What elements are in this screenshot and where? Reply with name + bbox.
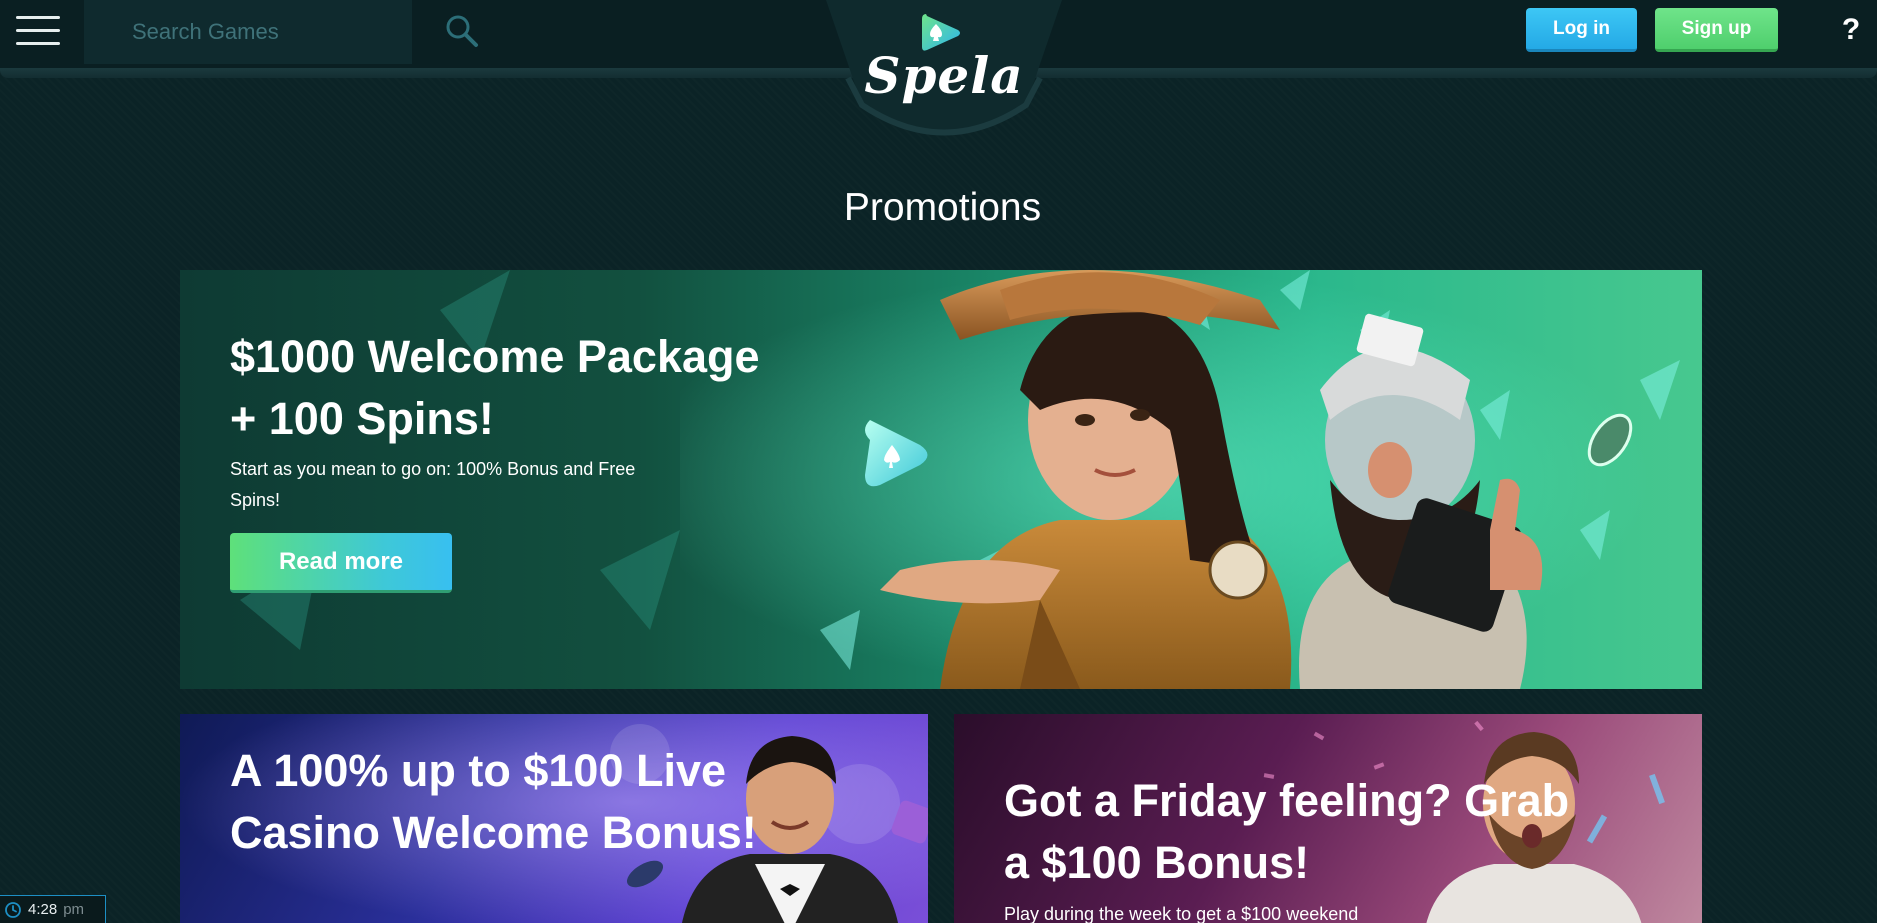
menu-line-icon <box>16 41 60 45</box>
promo-description: Play during the week to get a $100 weeke… <box>1004 904 1359 923</box>
menu-line-icon <box>16 15 60 19</box>
promo-card-live-casino[interactable]: A 100% up to $100 Live Casino Welcome Bo… <box>180 714 928 923</box>
system-clock: 4:28 pm <box>0 895 106 923</box>
clock-icon <box>5 901 21 918</box>
site-logo[interactable]: Spela <box>826 0 1062 150</box>
signup-button[interactable]: Sign up <box>1655 8 1778 52</box>
clock-ampm: pm <box>63 901 85 918</box>
promo-title: Got a Friday feeling? Grab a $100 Bonus! <box>1004 775 1570 888</box>
promo-card-friday-bonus[interactable]: Got a Friday feeling? Grab a $100 Bonus!… <box>954 714 1702 923</box>
hero-promo-title: $1000 Welcome Package + 100 Spins! <box>230 331 760 444</box>
hamburger-menu-button[interactable] <box>0 0 76 60</box>
promo-title: A 100% up to $100 Live Casino Welcome Bo… <box>230 745 757 858</box>
search-box <box>84 0 478 64</box>
hero-promo-banner[interactable]: $1000 Welcome Package + 100 Spins! Start… <box>180 270 1702 689</box>
menu-line-icon <box>16 28 60 32</box>
read-more-button[interactable]: Read more <box>230 533 452 593</box>
search-icon[interactable] <box>444 13 480 49</box>
login-button[interactable]: Log in <box>1526 8 1637 52</box>
search-input[interactable] <box>84 0 354 64</box>
logo-wordmark: Spela <box>864 46 1024 105</box>
help-button[interactable]: ? <box>1836 8 1866 52</box>
hero-promo-description: Start as you mean to go on: 100% Bonus a… <box>230 459 636 510</box>
page-title: Promotions <box>843 186 1042 229</box>
clock-time: 4:28 <box>28 901 58 918</box>
